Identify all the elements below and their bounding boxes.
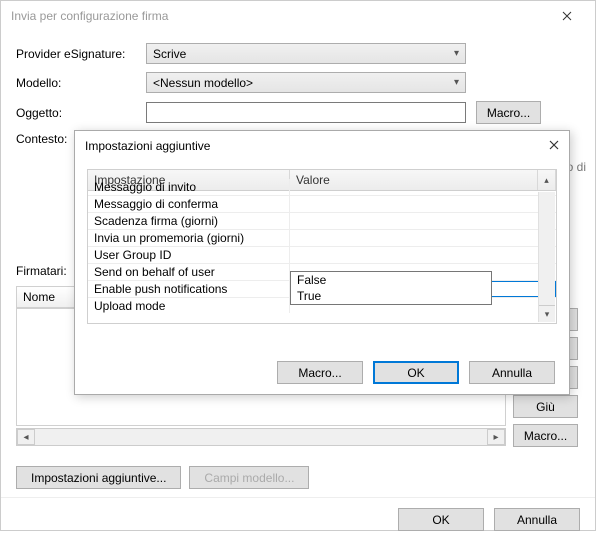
signers-col-name[interactable]: Nome [16, 286, 76, 308]
scroll-left-icon[interactable]: ◂ [17, 429, 35, 445]
subject-input[interactable] [146, 102, 466, 123]
close-icon[interactable] [549, 139, 559, 153]
provider-label: Provider eSignature: [16, 47, 146, 61]
provider-value: Scrive [153, 47, 186, 61]
dialog-macro-button[interactable]: Macro... [277, 361, 363, 384]
combo-dropdown-list: FalseTrue [290, 271, 492, 305]
setting-name-cell: User Group ID [88, 247, 290, 263]
setting-name-cell: Invia un promemoria (giorni) [88, 230, 290, 246]
setting-name-cell: Enable push notifications [88, 281, 290, 297]
setting-value-cell[interactable] [290, 179, 556, 195]
additional-settings-button[interactable]: Impostazioni aggiuntive... [16, 466, 181, 489]
template-fields-button: Campi modello... [189, 466, 309, 489]
additional-settings-dialog: Impostazioni aggiuntive Impostazione Val… [74, 130, 570, 395]
macro-button[interactable]: Macro... [476, 101, 541, 124]
setting-value-cell[interactable] [290, 230, 556, 246]
setting-value-cell[interactable] [290, 196, 556, 212]
setting-value-cell[interactable] [290, 213, 556, 229]
chevron-down-icon: ▾ [454, 77, 459, 88]
dialog-ok-button[interactable]: OK [373, 361, 459, 384]
grid-vscroll[interactable]: ▾ [538, 192, 555, 322]
setting-value-cell[interactable] [290, 247, 556, 263]
scroll-right-icon[interactable]: ▸ [487, 429, 505, 445]
window-title: Invia per configurazione firma [11, 9, 168, 23]
titlebar: Invia per configurazione firma [1, 1, 595, 31]
template-dropdown[interactable]: <Nessun modello> ▾ [146, 72, 466, 93]
combo-option[interactable]: True [291, 288, 491, 304]
setting-name-cell: Messaggio di conferma [88, 196, 290, 212]
setting-name-cell: Messaggio di invito [88, 179, 290, 195]
template-value: <Nessun modello> [153, 76, 253, 90]
settings-row[interactable]: User Group ID [88, 247, 556, 264]
subject-label: Oggetto: [16, 106, 146, 120]
settings-row[interactable]: Messaggio di invito [88, 179, 556, 196]
chevron-down-icon: ▾ [454, 48, 459, 59]
scroll-down-icon[interactable]: ▾ [539, 305, 555, 322]
settings-row[interactable]: Invia un promemoria (giorni) [88, 230, 556, 247]
settings-row[interactable]: Messaggio di conferma [88, 196, 556, 213]
cancel-button[interactable]: Annulla [494, 508, 580, 531]
dialog-title: Impostazioni aggiuntive [85, 139, 210, 153]
dialog-cancel-button[interactable]: Annulla [469, 361, 555, 384]
signers-hscroll[interactable]: ◂ ▸ [16, 428, 506, 446]
settings-row[interactable]: Scadenza firma (giorni) [88, 213, 556, 230]
setting-name-cell: Scadenza firma (giorni) [88, 213, 290, 229]
setting-name-cell: Send on behalf of user [88, 264, 290, 280]
setting-name-cell: Upload mode [88, 298, 290, 313]
signer-macro-button[interactable]: Macro... [513, 424, 578, 447]
ok-button[interactable]: OK [398, 508, 484, 531]
provider-dropdown[interactable]: Scrive ▾ [146, 43, 466, 64]
combo-option[interactable]: False [291, 272, 491, 288]
move-down-button[interactable]: Giù [513, 395, 578, 418]
close-icon[interactable] [547, 1, 587, 31]
template-label: Modello: [16, 76, 146, 90]
